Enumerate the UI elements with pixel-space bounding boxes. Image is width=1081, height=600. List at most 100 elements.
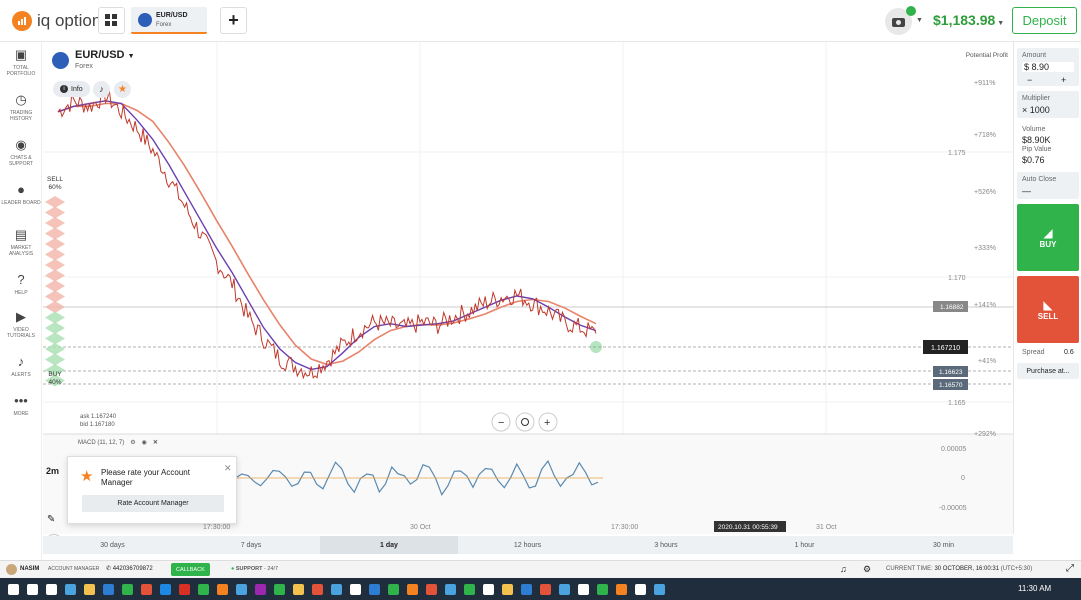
price-tag-text: 1.16882 [940,304,964,311]
taskbar-app-icon[interactable] [521,584,532,595]
buy-button[interactable]: ◢ BUY [1017,204,1079,271]
nav-market-analysis[interactable]: ▤ MARKET ANALYSIS [0,228,42,258]
timeframe-option[interactable]: 1 hour [735,536,874,554]
asset-tab-type: Forex [156,22,172,28]
taskbar-app-icon[interactable] [160,584,171,595]
amount-field[interactable]: Amount $ 8.90 − + [1017,48,1079,86]
taskbar-app-icon[interactable] [426,584,437,595]
taskbar-app-icon[interactable] [274,584,285,595]
nav-chats-support[interactable]: ◉ CHATS & SUPPORT [0,138,42,168]
deposit-button[interactable]: Deposit [1012,7,1077,34]
nav-trading-history[interactable]: ◷ TRADING HISTORY [0,93,42,123]
taskbar-app-icon[interactable] [141,584,152,595]
taskbar-app-icon[interactable] [122,584,133,595]
taskbar-app-icon[interactable] [46,584,57,595]
balance[interactable]: $1,183.98 ▼ [933,12,1004,28]
phone-number: 442036709872 [112,566,153,572]
taskbar-app-icon[interactable] [654,584,665,595]
taskbar-app-icon[interactable] [445,584,456,595]
start-icon[interactable] [8,584,19,595]
current-time-value: 30 OCTOBER, 16:00:31 [934,566,1000,572]
asset-name[interactable]: EUR/USD ▼ [75,49,135,61]
taskbar-app-icon[interactable] [84,584,95,595]
asset-tab[interactable]: EUR/USD Forex [131,7,207,34]
timeframe-option[interactable]: 3 hours [597,536,735,554]
phone-icon: ✆ [106,566,112,572]
support[interactable]: ● SUPPORT - 24/7 [231,566,278,572]
taskbar-app-icon[interactable] [597,584,608,595]
taskbar-app-icon[interactable] [65,584,76,595]
nav-video-tutorials[interactable]: ▶ VIDEO TUTORIALS [0,309,42,340]
taskbar-app-icon[interactable] [179,584,190,595]
taskbar-app-icon[interactable] [616,584,627,595]
timeframe-option-active[interactable]: 1 day [320,536,458,554]
rate-manager-button[interactable]: Rate Account Manager [82,495,224,512]
settings-icon[interactable]: ⚙ [130,439,135,446]
zoom-in-button[interactable]: + [538,412,558,432]
taskbar-app-icon[interactable] [464,584,475,595]
taskbar-app-icon[interactable] [293,584,304,595]
taskbar-app-icon[interactable] [540,584,551,595]
timeframe-option[interactable]: 12 hours [458,536,597,554]
nav-alerts[interactable]: ♪ ALERTS [0,355,42,379]
taskbar-app-icon[interactable] [483,584,494,595]
nav-label: CHATS & SUPPORT [8,155,34,167]
taskbar-app-icon[interactable] [331,584,342,595]
taskbar-app-icon[interactable] [103,584,114,595]
taskbar-app-icon[interactable] [635,584,646,595]
fullscreen-icon[interactable]: ⤢ [1066,563,1074,574]
taskbar-app-icon[interactable] [559,584,570,595]
timeframe-option[interactable]: 30 days [43,536,182,554]
logo[interactable]: iq option [12,11,101,31]
taskbar-app-icon[interactable] [388,584,399,595]
multiplier-field[interactable]: Multiplier × 1000 [1017,91,1079,118]
taskbar-app-icon[interactable] [578,584,589,595]
info-button[interactable]: i Info [53,81,90,97]
nav-leaderboard[interactable]: ● LEADER BOARD [0,183,42,207]
price-tag-level1[interactable]: 1.16882 [933,301,968,312]
taskbar-app-icon[interactable] [502,584,513,595]
price-tag-text: 1.16623 [939,369,963,376]
taskbar-app-icon[interactable] [236,584,247,595]
add-asset-button[interactable]: + [220,7,247,34]
amount-decrease-button[interactable]: − [1027,75,1032,85]
sell-button[interactable]: ◣ SELL [1017,276,1079,343]
zoom-out-button[interactable]: − [491,412,511,432]
grid-menu-button[interactable] [98,7,125,34]
taskbar-app-icon[interactable] [217,584,228,595]
phone[interactable]: ✆ 442036709872 [106,565,153,572]
taskbar-app-icon[interactable] [369,584,380,595]
price-tag-level2[interactable]: 1.16623 [933,366,968,377]
video-icon: ▶ [16,309,26,324]
nav-help[interactable]: ? HELP [0,272,42,297]
amount-increase-button[interactable]: + [1061,75,1066,85]
taskbar-app-icon[interactable] [407,584,418,595]
eye-icon[interactable]: ◉ [142,439,147,446]
sound-icon[interactable]: ♫ [840,564,847,574]
logo-text: iq option [37,11,102,30]
chevron-down-icon[interactable]: ▼ [916,17,923,24]
search-icon[interactable] [27,584,38,595]
crosshair-button[interactable] [515,412,535,432]
favorite-button[interactable]: ★ [114,81,131,98]
taskbar-app-icon[interactable] [350,584,361,595]
auto-close-field[interactable]: Auto Close — [1017,172,1079,199]
draw-tool-icon[interactable]: ✎ [47,514,55,525]
close-icon[interactable]: ✕ [153,439,158,446]
nav-more[interactable]: ••• MORE [0,394,42,418]
taskbar-app-icon[interactable] [312,584,323,595]
nav-total-portfolio[interactable]: ▣ TOTAL PORTFOLIO [0,48,42,78]
callback-button[interactable]: CALLBACK [171,563,210,576]
timeframe-option[interactable]: 30 min [874,536,1013,554]
close-popup-icon[interactable]: ✕ [224,463,232,474]
timeframe-option[interactable]: 7 days [182,536,320,554]
help-icon: ? [17,272,25,287]
amount-value[interactable]: $ 8.90 [1022,62,1074,72]
price-tag-level3[interactable]: 1.16570 [933,379,968,390]
settings-icon[interactable]: ⚙ [863,564,871,575]
alert-bell-button[interactable]: ♪ [93,81,110,98]
taskbar-app-icon[interactable] [198,584,209,595]
purchase-at-button[interactable]: Purchase at... [1017,363,1079,379]
taskbar-app-icon[interactable] [255,584,266,595]
interval-selector[interactable]: 2m [46,466,59,476]
